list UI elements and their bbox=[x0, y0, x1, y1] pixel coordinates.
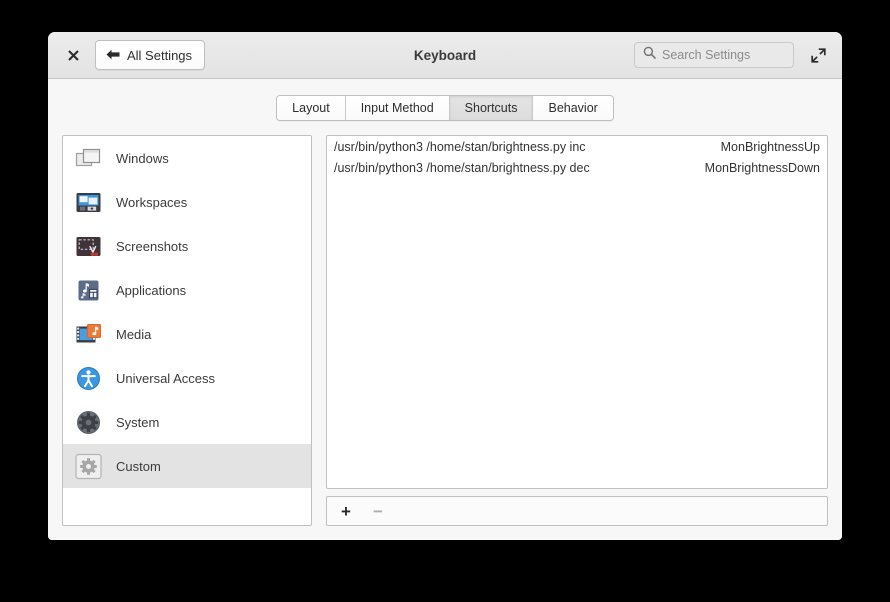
content-panes: Windows Workspaces Screenshots Applicati… bbox=[48, 135, 842, 540]
sidebar-item-label: Custom bbox=[116, 458, 161, 474]
sidebar-item-label: Windows bbox=[116, 150, 169, 166]
sidebar-item-windows[interactable]: Windows bbox=[63, 136, 311, 180]
add-shortcut-button[interactable]: + bbox=[341, 503, 351, 520]
sidebar-item-label: Media bbox=[116, 326, 152, 342]
tab-behavior[interactable]: Behavior bbox=[533, 96, 613, 120]
tab-layout[interactable]: Layout bbox=[277, 96, 346, 120]
keyboard-settings-window: All Settings Keyboard Search Settings La… bbox=[48, 32, 842, 540]
sidebar-item-screenshots[interactable]: Screenshots bbox=[63, 224, 311, 268]
shortcut-category-list: Windows Workspaces Screenshots Applicati… bbox=[62, 135, 312, 526]
window-body: Layout Input Method Shortcuts Behavior W… bbox=[48, 79, 842, 540]
sidebar-item-label: Applications bbox=[116, 282, 187, 298]
shortcut-binding: MonBrightnessDown bbox=[704, 160, 820, 175]
shortcut-table: /usr/bin/python3 /home/stan/brightness.p… bbox=[326, 135, 828, 489]
system-icon bbox=[74, 408, 103, 437]
close-icon[interactable] bbox=[62, 44, 84, 66]
table-row[interactable]: /usr/bin/python3 /home/stan/brightness.p… bbox=[327, 157, 827, 178]
sidebar-item-workspaces[interactable]: Workspaces bbox=[63, 180, 311, 224]
sidebar-item-media[interactable]: Media bbox=[63, 312, 311, 356]
sidebar-item-applications[interactable]: Applications bbox=[63, 268, 311, 312]
all-settings-button[interactable]: All Settings bbox=[95, 40, 206, 70]
sidebar-empty-space bbox=[63, 488, 311, 525]
all-settings-label: All Settings bbox=[127, 47, 193, 63]
sidebar-item-label: Universal Access bbox=[116, 370, 215, 386]
arrow-left-icon bbox=[106, 48, 120, 63]
desktop-background: All Settings Keyboard Search Settings La… bbox=[0, 0, 890, 602]
table-row[interactable]: /usr/bin/python3 /home/stan/brightness.p… bbox=[327, 136, 827, 157]
sidebar-item-universal-access[interactable]: Universal Access bbox=[63, 356, 311, 400]
workspaces-icon bbox=[74, 188, 103, 217]
sidebar-item-label: System bbox=[116, 414, 160, 430]
shortcut-binding: MonBrightnessUp bbox=[720, 139, 820, 154]
expand-icon[interactable] bbox=[808, 45, 828, 65]
shortcut-list-pane: /usr/bin/python3 /home/stan/brightness.p… bbox=[326, 135, 828, 526]
shortcut-command: /usr/bin/python3 /home/stan/brightness.p… bbox=[334, 139, 586, 154]
search-placeholder: Search Settings bbox=[662, 48, 751, 62]
titlebar-right-group: Search Settings bbox=[634, 42, 828, 68]
tab-group: Layout Input Method Shortcuts Behavior bbox=[276, 95, 614, 121]
applications-icon bbox=[74, 276, 103, 305]
shortcut-command: /usr/bin/python3 /home/stan/brightness.p… bbox=[334, 160, 590, 175]
screenshots-icon bbox=[74, 232, 103, 261]
sidebar-item-custom[interactable]: Custom bbox=[63, 444, 311, 488]
sidebar-item-system[interactable]: System bbox=[63, 400, 311, 444]
tab-input-method[interactable]: Input Method bbox=[345, 96, 450, 120]
window-titlebar: All Settings Keyboard Search Settings bbox=[48, 32, 842, 79]
universal-access-icon bbox=[74, 364, 103, 393]
custom-gear-icon bbox=[74, 452, 103, 481]
sidebar-item-label: Screenshots bbox=[116, 238, 189, 254]
media-icon bbox=[74, 320, 103, 349]
tab-shortcuts[interactable]: Shortcuts bbox=[449, 96, 534, 120]
windows-icon bbox=[74, 144, 103, 173]
search-input[interactable]: Search Settings bbox=[634, 42, 794, 68]
remove-shortcut-button: − bbox=[372, 501, 383, 521]
sidebar-item-label: Workspaces bbox=[116, 194, 188, 210]
shortcut-list-toolbar: + − bbox=[326, 496, 828, 526]
tab-bar: Layout Input Method Shortcuts Behavior bbox=[48, 79, 842, 135]
search-icon bbox=[643, 46, 656, 64]
